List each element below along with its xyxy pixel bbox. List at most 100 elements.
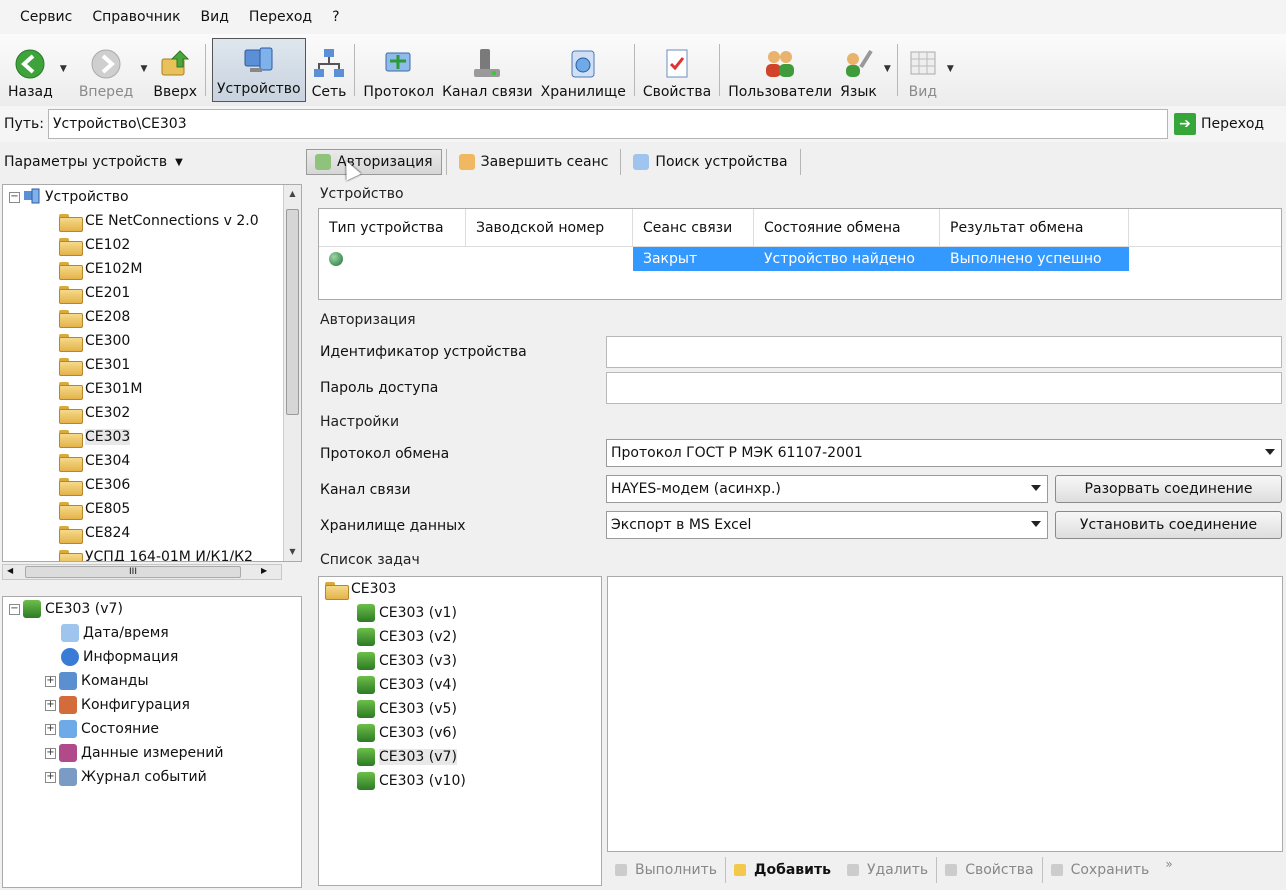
function-list-item[interactable]: + Состояние bbox=[3, 717, 301, 741]
task-detail-panel[interactable] bbox=[607, 576, 1283, 852]
function-list-item[interactable]: + Журнал событий bbox=[3, 765, 301, 789]
device-list-item[interactable]: CE102M bbox=[3, 257, 301, 281]
expand-icon[interactable]: + bbox=[45, 771, 56, 783]
back-dropdown-icon[interactable]: ▼ bbox=[60, 64, 67, 74]
function-list-item[interactable]: Информация bbox=[3, 645, 301, 669]
protocol-button[interactable]: Протокол bbox=[359, 34, 438, 106]
channel-select[interactable]: HAYES-модем (асинхр.) bbox=[606, 475, 1048, 503]
save-icon bbox=[1050, 864, 1063, 876]
properties-button[interactable]: Свойства bbox=[639, 34, 715, 106]
device-list-item[interactable]: CE304 bbox=[3, 449, 301, 473]
menu-service[interactable]: Сервис bbox=[10, 9, 82, 25]
path-input[interactable]: Устройство\CE303 bbox=[47, 109, 1168, 139]
scroll-thumb[interactable]: III bbox=[25, 566, 241, 578]
view-button[interactable]: Вид ▼ bbox=[902, 34, 954, 106]
scroll-up-icon[interactable]: ▲ bbox=[284, 185, 301, 203]
menu-help[interactable]: ? bbox=[322, 9, 349, 25]
auth-button[interactable]: Авторизация bbox=[306, 149, 442, 175]
password-field[interactable] bbox=[606, 372, 1282, 404]
up-button[interactable]: Вверх bbox=[149, 34, 201, 106]
goto-button[interactable]: ➔ Переход bbox=[1173, 113, 1264, 135]
function-list-item[interactable]: Дата/время bbox=[3, 621, 301, 645]
search-device-button[interactable]: Поиск устройства bbox=[625, 150, 795, 174]
expand-icon[interactable]: + bbox=[45, 699, 56, 711]
expand-icon[interactable]: + bbox=[45, 723, 56, 735]
device-list-item[interactable]: CE102 bbox=[3, 233, 301, 257]
channel-button[interactable]: Канал связи bbox=[438, 34, 537, 106]
back-button[interactable]: Назад ▼ bbox=[4, 34, 67, 106]
function-list-item[interactable]: + Команды bbox=[3, 669, 301, 693]
table-row[interactable]: Закрыт Устройство найдено Выполнено успе… bbox=[319, 247, 1281, 271]
col-result[interactable]: Результат обмена bbox=[940, 209, 1129, 246]
function-list-item[interactable]: + Данные измерений bbox=[3, 741, 301, 765]
collapse-icon[interactable]: − bbox=[9, 191, 20, 203]
scroll-thumb[interactable] bbox=[286, 209, 299, 415]
view-dropdown-icon[interactable]: ▼ bbox=[947, 64, 954, 74]
device-list-item[interactable]: CE300 bbox=[3, 329, 301, 353]
disconnect-button[interactable]: Разорвать соединение bbox=[1055, 475, 1282, 503]
add-label: Добавить bbox=[753, 862, 831, 878]
device-tree-hscroll[interactable]: ◀ III ▶ bbox=[2, 564, 282, 580]
forward-dropdown-icon[interactable]: ▼ bbox=[140, 64, 147, 74]
save-button[interactable]: Сохранить bbox=[1043, 862, 1158, 878]
delete-button[interactable]: Удалить bbox=[839, 862, 936, 878]
task-list-item[interactable]: CE303 (v3) bbox=[319, 649, 601, 673]
device-list-item[interactable]: CE302 bbox=[3, 401, 301, 425]
task-list-item[interactable]: CE303 (v4) bbox=[319, 673, 601, 697]
device-tree-vscroll[interactable]: ▲ ▼ bbox=[283, 185, 301, 561]
task-root[interactable]: CE303 bbox=[319, 577, 601, 601]
task-list-item[interactable]: CE303 (v1) bbox=[319, 601, 601, 625]
device-list-item[interactable]: CE303 bbox=[3, 425, 301, 449]
col-device-type[interactable]: Тип устройства bbox=[319, 209, 466, 246]
task-properties-button[interactable]: Свойства bbox=[937, 862, 1041, 878]
menu-goto[interactable]: Переход bbox=[239, 9, 322, 25]
protocol-select[interactable]: Протокол ГОСТ Р МЭК 61107-2001 bbox=[606, 439, 1282, 467]
device-list-item[interactable]: CE824 bbox=[3, 521, 301, 545]
col-state[interactable]: Состояние обмена bbox=[754, 209, 940, 246]
language-button[interactable]: Язык ▼ bbox=[836, 34, 891, 106]
device-button[interactable]: Устройство bbox=[212, 38, 306, 102]
device-list-item[interactable]: CE301M bbox=[3, 377, 301, 401]
task-list-item[interactable]: CE303 (v6) bbox=[319, 721, 601, 745]
forward-button[interactable]: Вперед ▼ bbox=[75, 34, 147, 106]
collapse-icon[interactable]: − bbox=[9, 603, 20, 615]
language-dropdown-icon[interactable]: ▼ bbox=[884, 64, 891, 74]
device-id-field[interactable] bbox=[606, 336, 1282, 368]
scroll-left-icon[interactable]: ◀ bbox=[7, 566, 13, 575]
task-list-item[interactable]: CE303 (v5) bbox=[319, 697, 601, 721]
menu-reference[interactable]: Справочник bbox=[82, 9, 190, 25]
tree-node-subtree-root[interactable]: − CE303 (v7) bbox=[3, 597, 301, 621]
network-button[interactable]: Сеть bbox=[308, 34, 351, 106]
device-list-item[interactable]: CE805 bbox=[3, 497, 301, 521]
device-params-dropdown[interactable]: Параметры устройств ▼ bbox=[0, 144, 304, 180]
device-list-item[interactable]: УСПД 164-01М И/К1/К2 bbox=[3, 545, 301, 561]
tree-label: Команды bbox=[81, 673, 149, 689]
device-list-item[interactable]: CE201 bbox=[3, 281, 301, 305]
users-button[interactable]: Пользователи bbox=[724, 34, 836, 106]
storage-select[interactable]: Экспорт в MS Excel bbox=[606, 511, 1048, 539]
device-list-item[interactable]: CE208 bbox=[3, 305, 301, 329]
tree-node-device-root[interactable]: − Устройство bbox=[3, 185, 301, 209]
connect-button[interactable]: Установить соединение bbox=[1055, 511, 1282, 539]
settings-section-title: Настройки bbox=[320, 414, 400, 430]
view-grid-icon bbox=[910, 51, 936, 75]
end-session-button[interactable]: Завершить сеанс bbox=[451, 150, 617, 174]
expand-icon[interactable]: + bbox=[45, 675, 56, 687]
add-button[interactable]: Добавить bbox=[726, 862, 839, 878]
function-list-item[interactable]: + Конфигурация bbox=[3, 693, 301, 717]
run-button[interactable]: Выполнить bbox=[607, 862, 725, 878]
col-serial[interactable]: Заводской номер bbox=[466, 209, 633, 246]
storage-button[interactable]: Хранилище bbox=[537, 34, 630, 106]
task-list-item[interactable]: CE303 (v10) bbox=[319, 769, 601, 793]
col-session[interactable]: Сеанс связи bbox=[633, 209, 754, 246]
task-list-item[interactable]: CE303 (v7) bbox=[319, 745, 601, 769]
overflow-chevron-icon[interactable]: » bbox=[1157, 857, 1180, 871]
menu-view[interactable]: Вид bbox=[191, 9, 239, 25]
expand-icon[interactable]: + bbox=[45, 747, 56, 759]
task-list-item[interactable]: CE303 (v2) bbox=[319, 625, 601, 649]
scroll-right-icon[interactable]: ▶ bbox=[261, 566, 267, 575]
device-list-item[interactable]: CE NetConnections v 2.0 bbox=[3, 209, 301, 233]
device-list-item[interactable]: CE301 bbox=[3, 353, 301, 377]
device-list-item[interactable]: CE306 bbox=[3, 473, 301, 497]
scroll-down-icon[interactable]: ▼ bbox=[284, 543, 301, 561]
